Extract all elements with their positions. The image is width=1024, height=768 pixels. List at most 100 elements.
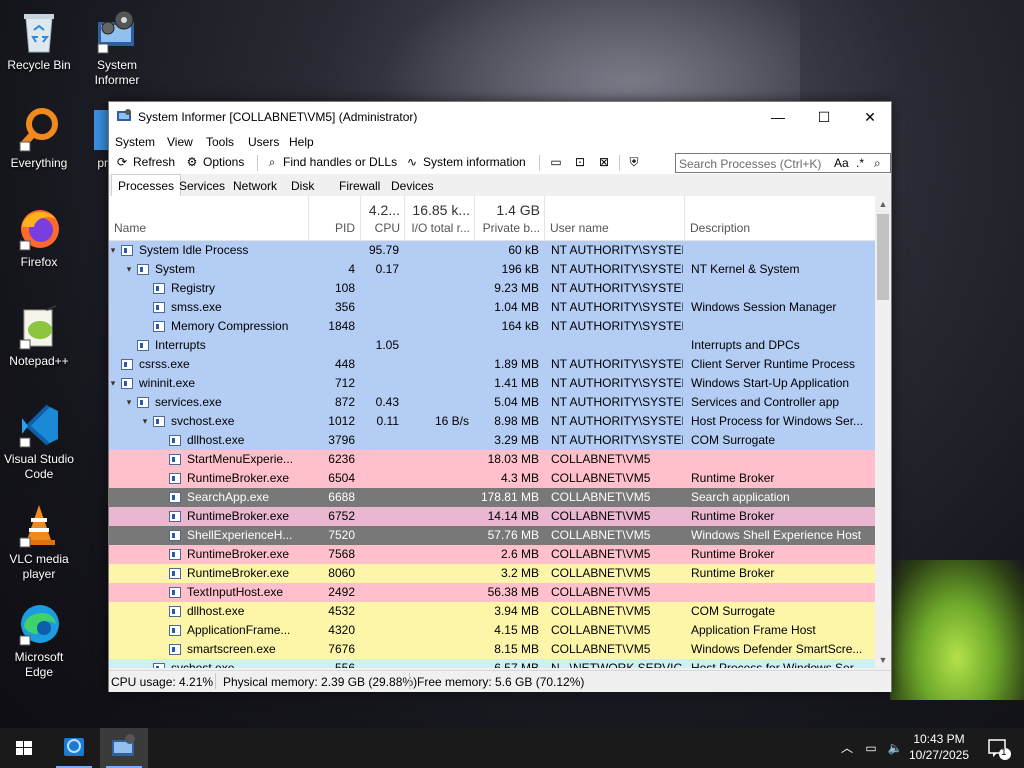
process-row[interactable]: Registry 108 9.23 MB NT AUTHORITY\SYSTEM bbox=[109, 279, 875, 298]
column-pid[interactable]: PID bbox=[309, 196, 361, 241]
notification-center-button[interactable]: 1 bbox=[980, 728, 1016, 768]
refresh-button[interactable]: ⟳ Refresh bbox=[115, 155, 175, 169]
tab-devices[interactable]: Devices bbox=[385, 177, 440, 196]
expand-chevron-icon[interactable]: ▾ bbox=[109, 241, 119, 260]
process-row[interactable]: StartMenuExperie... 6236 18.03 MB COLLABNET… bbox=[109, 450, 875, 469]
find-window-button[interactable]: ⊡ bbox=[573, 155, 587, 169]
scroll-down-arrow-icon[interactable]: ▼ bbox=[875, 652, 891, 668]
expand-chevron-icon[interactable]: ▾ bbox=[109, 374, 119, 393]
options-button[interactable]: ⚙ Options bbox=[185, 155, 245, 169]
process-pid: 448 bbox=[334, 357, 355, 371]
desktop-icon-notepadpp[interactable]: Notepad++ bbox=[0, 304, 78, 369]
process-row[interactable]: svchost.exe 556 6.57 MB N...\NETWORK SERVIC… bbox=[109, 659, 875, 668]
menu-help[interactable]: Help bbox=[289, 135, 314, 149]
process-row[interactable]: ShellExperienceH... 7520 57.76 MB COLLABNET… bbox=[109, 526, 875, 545]
process-row[interactable]: ▾ System Idle Process 95.79 60 kB NT AUTHORI… bbox=[109, 241, 875, 260]
notification-icon bbox=[988, 739, 1011, 760]
expand-chevron-icon[interactable]: ▾ bbox=[123, 260, 135, 279]
tab-firewall[interactable]: Firewall bbox=[333, 177, 386, 196]
desktop-icon-edge[interactable]: Microsoft Edge bbox=[0, 600, 78, 680]
process-row[interactable]: smss.exe 356 1.04 MB NT AUTHORITY\SYSTEM Win… bbox=[109, 298, 875, 317]
process-row[interactable]: dllhost.exe 3796 3.29 MB NT AUTHORITY\SYSTE… bbox=[109, 431, 875, 450]
process-row[interactable]: Memory Compression 1848 164 kB NT AUTHORITY… bbox=[109, 317, 875, 336]
process-row[interactable]: TextInputHost.exe 2492 56.38 MB COLLABNET\V… bbox=[109, 583, 875, 602]
desktop-icon-vscode[interactable]: Visual Studio Code bbox=[0, 402, 78, 482]
menu-system[interactable]: System bbox=[115, 135, 155, 149]
process-row[interactable]: RuntimeBroker.exe 6752 14.14 MB COLLABNET\V… bbox=[109, 507, 875, 526]
tab-disk[interactable]: Disk bbox=[285, 177, 320, 196]
start-button[interactable] bbox=[0, 728, 48, 768]
column-label: Description bbox=[690, 221, 751, 235]
maximize-button[interactable]: ☐ bbox=[801, 102, 847, 132]
process-row[interactable]: RuntimeBroker.exe 7568 2.6 MB COLLABNET\VM5… bbox=[109, 545, 875, 564]
column-description[interactable]: Description bbox=[685, 196, 875, 241]
desktop-icon-partial[interactable]: pr bbox=[78, 106, 108, 171]
system-information-button[interactable]: ∿ System information bbox=[405, 155, 526, 169]
process-row[interactable]: Interrupts 1.05 Interrupts and DPCs bbox=[109, 336, 875, 355]
column-name[interactable]: Name bbox=[109, 196, 309, 241]
process-cpu: 0.43 bbox=[375, 395, 399, 409]
menu-tools[interactable]: Tools bbox=[206, 135, 234, 149]
search-input[interactable]: Search Processes (Ctrl+K) Aa .* ⌕ bbox=[675, 153, 891, 173]
magnifier-icon bbox=[16, 106, 62, 152]
process-row[interactable]: RuntimeBroker.exe 8060 3.2 MB COLLABNET\VM5… bbox=[109, 564, 875, 583]
expand-chevron-icon[interactable]: ▾ bbox=[139, 412, 151, 431]
process-cpu: 0.17 bbox=[375, 262, 399, 276]
tray-volume[interactable]: 🔈 bbox=[884, 728, 906, 768]
notification-count-badge: 1 bbox=[1001, 747, 1007, 758]
column-io-total[interactable]: 16.85 k... I/O total r... bbox=[405, 196, 475, 241]
column-cpu[interactable]: 4.2... CPU bbox=[361, 196, 405, 241]
process-row[interactable]: ▾ svchost.exe 1012 0.11 16 B/s 8.98 MB NT AUTH… bbox=[109, 412, 875, 431]
menu-users[interactable]: Users bbox=[248, 135, 279, 149]
process-row[interactable]: dllhost.exe 4532 3.94 MB COLLABNET\VM5 COM S… bbox=[109, 602, 875, 621]
notepadpp-icon bbox=[16, 304, 62, 350]
desktop-icon-recycle-bin[interactable]: Recycle Bin bbox=[0, 8, 78, 73]
desktop-icon-vlc[interactable]: VLC media player bbox=[0, 502, 78, 582]
window-icon-button[interactable]: ▭ bbox=[549, 155, 563, 169]
tray-network[interactable]: ▭ bbox=[860, 728, 882, 768]
expand-chevron-icon[interactable]: ▾ bbox=[123, 393, 135, 412]
recycle-bin-icon bbox=[16, 8, 62, 54]
process-icon bbox=[153, 416, 165, 427]
close-button[interactable]: ✕ bbox=[847, 102, 893, 132]
tray-show-hidden[interactable]: ︿ bbox=[838, 728, 856, 768]
desktop-icon-system-informer[interactable]: System Informer bbox=[78, 8, 156, 88]
process-row[interactable]: ApplicationFrame... 4320 4.15 MB COLLABNET\… bbox=[109, 621, 875, 640]
match-case-toggle[interactable]: Aa bbox=[834, 156, 849, 170]
vertical-scrollbar[interactable]: ▲ ▼ bbox=[875, 196, 891, 668]
minimize-button[interactable]: — bbox=[755, 102, 801, 132]
process-row[interactable]: smartscreen.exe 7676 8.15 MB COLLABNET\VM5 W… bbox=[109, 640, 875, 659]
tab-processes[interactable]: Processes bbox=[111, 174, 182, 196]
process-pid: 3796 bbox=[328, 433, 355, 447]
column-private-bytes[interactable]: 1.4 GB Private b... bbox=[475, 196, 545, 241]
tab-network[interactable]: Network bbox=[227, 177, 283, 196]
kill-window-button[interactable]: ⊠ bbox=[597, 155, 611, 169]
process-row[interactable]: SearchApp.exe 6688 178.81 MB COLLABNET\VM5 S… bbox=[109, 488, 875, 507]
menu-view[interactable]: View bbox=[167, 135, 193, 149]
process-row[interactable]: csrss.exe 448 1.89 MB NT AUTHORITY\SYSTEM Cl… bbox=[109, 355, 875, 374]
taskbar-search-app[interactable] bbox=[50, 728, 98, 768]
desktop-icon-firefox[interactable]: Firefox bbox=[0, 205, 78, 270]
process-pid: 4320 bbox=[328, 623, 355, 637]
search-icon[interactable]: ⌕ bbox=[874, 156, 881, 171]
process-row[interactable]: RuntimeBroker.exe 6504 4.3 MB COLLABNET\VM5… bbox=[109, 469, 875, 488]
scrollbar-thumb[interactable] bbox=[877, 214, 889, 300]
title-bar[interactable]: System Informer [COLLABNET\VM5] (Adminis… bbox=[109, 102, 891, 132]
tab-services[interactable]: Services bbox=[173, 177, 231, 196]
desktop-icon-label: VLC media bbox=[9, 552, 69, 566]
process-row[interactable]: ▾ System 4 0.17 196 kB NT AUTHORITY\SYSTEM NT … bbox=[109, 260, 875, 279]
close-box-icon: ⊠ bbox=[598, 155, 610, 169]
scroll-up-arrow-icon[interactable]: ▲ bbox=[875, 196, 891, 212]
process-private-bytes: 56.38 MB bbox=[487, 585, 539, 599]
column-user-name[interactable]: User name bbox=[545, 196, 685, 241]
process-row[interactable]: ▾ services.exe 872 0.43 5.04 MB NT AUTHORITY\… bbox=[109, 393, 875, 412]
regex-toggle[interactable]: .* bbox=[856, 156, 864, 170]
shield-button[interactable]: ⛨ bbox=[627, 155, 641, 169]
process-row[interactable]: ▾ wininit.exe 712 1.41 MB NT AUTHORITY\SYSTE… bbox=[109, 374, 875, 393]
find-handles-button[interactable]: ⌕ Find handles or DLLs bbox=[265, 155, 397, 169]
tray-clock[interactable]: 10:43 PM 10/27/2025 bbox=[906, 728, 972, 768]
taskbar-system-informer[interactable] bbox=[100, 728, 148, 768]
desktop-icon-everything[interactable]: Everything bbox=[0, 106, 78, 171]
process-pid: 4532 bbox=[328, 604, 355, 618]
process-description: NT Kernel & System bbox=[691, 262, 800, 276]
